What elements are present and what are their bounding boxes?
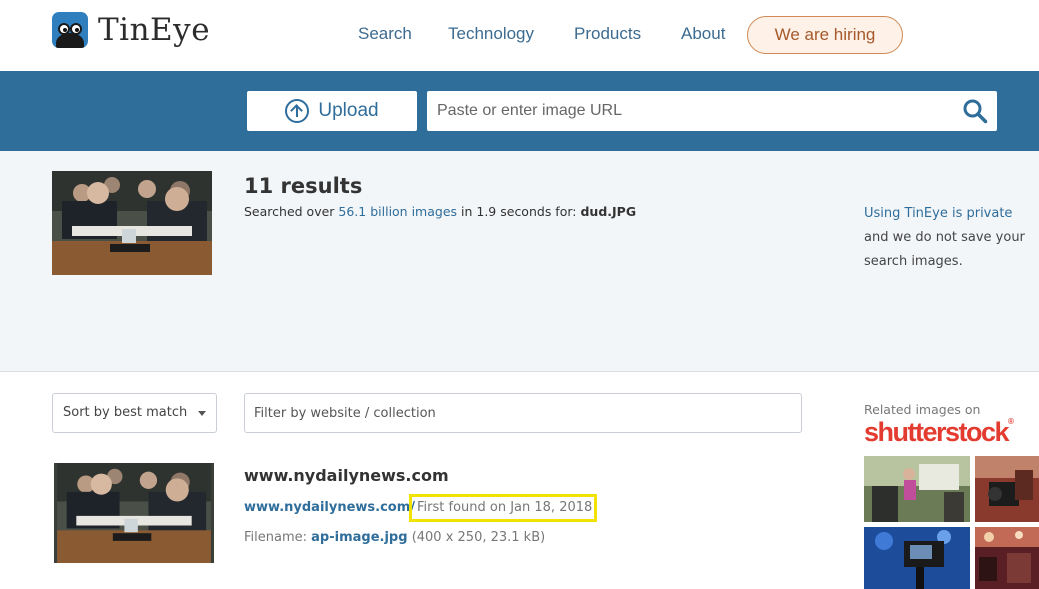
collection-filter-input[interactable] <box>244 393 802 433</box>
privacy-link[interactable]: Using TinEye is private <box>864 206 1012 221</box>
index-size-link[interactable]: 56.1 billion images <box>338 204 457 219</box>
search-details: Searched over 56.1 billion images in 1.9… <box>244 204 637 219</box>
related-image[interactable] <box>975 527 1039 589</box>
first-found-date: First found on Jan 18, 2018 <box>409 494 597 522</box>
result-site-name: www.nydailynews.com <box>244 466 449 485</box>
sort-dropdown[interactable]: Sort by best match <box>52 393 217 433</box>
top-navigation: TinEye Search Technology Products About … <box>0 0 1039 71</box>
result-url-link[interactable]: www.nydailynews.com/ <box>244 500 415 515</box>
result-filename-link[interactable]: ap-image.jpg <box>311 530 407 545</box>
privacy-notice: Using TinEye is private and we do not sa… <box>864 202 1034 274</box>
result-filename-line: Filename: ap-image.jpg (400 x 250, 23.1 … <box>244 530 546 545</box>
nav-about[interactable]: About <box>681 24 725 44</box>
upload-label: Upload <box>318 100 379 121</box>
related-images-label: Related images on <box>864 402 981 417</box>
upload-arrow-icon <box>285 99 310 123</box>
chevron-down-icon <box>198 411 206 416</box>
tineye-robot-icon <box>52 12 88 48</box>
nav-technology[interactable]: Technology <box>448 24 534 44</box>
privacy-text: and we do not save your search images. <box>864 230 1025 269</box>
shutterstock-logo[interactable]: shutterstock® <box>864 417 1014 448</box>
tineye-logo[interactable]: TinEye <box>52 12 210 48</box>
nav-products[interactable]: Products <box>574 24 641 44</box>
related-image[interactable] <box>864 456 970 522</box>
upload-button[interactable]: Upload <box>247 91 417 131</box>
hiring-button[interactable]: We are hiring <box>747 16 903 54</box>
sort-label: Sort by best match <box>63 405 188 420</box>
nav-search[interactable]: Search <box>358 24 412 44</box>
related-image[interactable] <box>975 456 1039 522</box>
result-image-thumbnail[interactable] <box>54 463 214 563</box>
results-count: 11 results <box>244 174 363 198</box>
query-image-thumbnail[interactable] <box>52 171 212 275</box>
query-filename: dud.JPG <box>580 204 637 219</box>
image-url-input[interactable] <box>427 91 997 131</box>
brand-name: TinEye <box>98 12 211 48</box>
search-icon[interactable] <box>962 98 988 124</box>
related-image[interactable] <box>864 527 970 589</box>
